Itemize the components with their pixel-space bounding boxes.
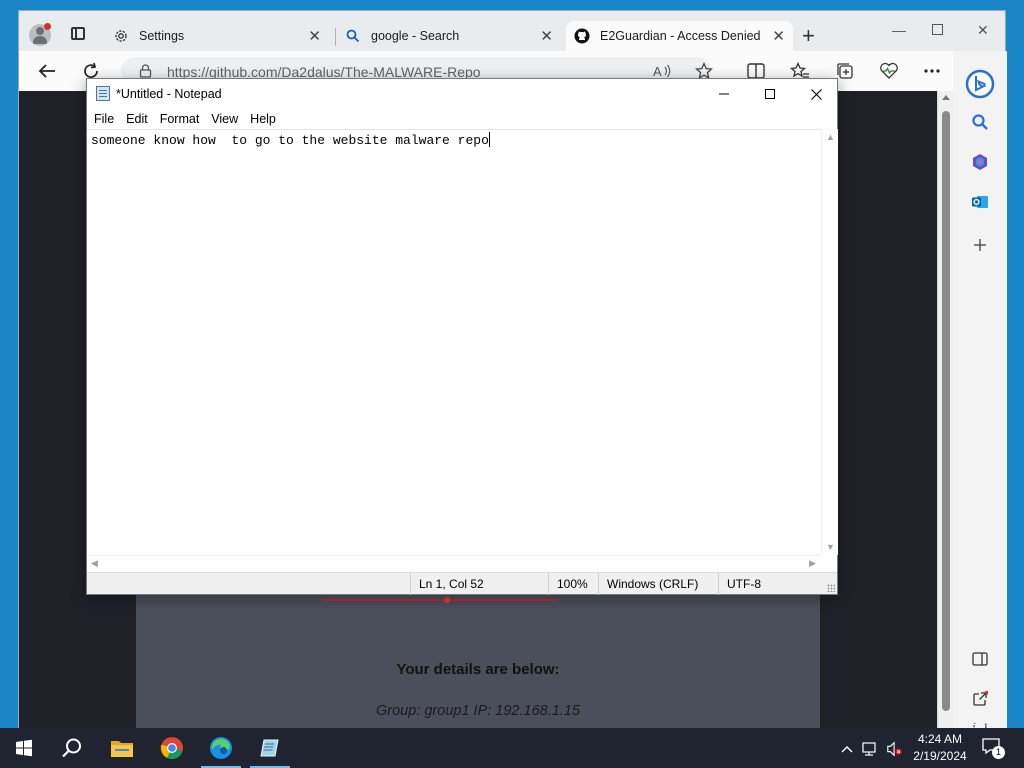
- menu-file[interactable]: File: [94, 109, 114, 129]
- divider: [322, 599, 558, 601]
- notepad-horizontal-scrollbar[interactable]: ◀ ▶: [87, 555, 821, 572]
- minimize-icon[interactable]: —: [892, 22, 906, 38]
- notepad-window: *Untitled - Notepad File Edit Format Vie…: [86, 78, 838, 595]
- system-clock[interactable]: 4:24 AM 2/19/2024: [906, 731, 974, 765]
- minimize-button[interactable]: [701, 79, 747, 109]
- tab-label: E2Guardian - Access Denied: [600, 29, 761, 43]
- menu-view[interactable]: View: [211, 109, 238, 129]
- network-icon[interactable]: [862, 740, 880, 758]
- volume-muted-icon[interactable]: [886, 740, 904, 758]
- scroll-up-arrow-icon[interactable]: ▲: [826, 132, 835, 142]
- outlook-icon[interactable]: [970, 192, 990, 212]
- tab-label: Settings: [139, 29, 185, 43]
- github-icon: [574, 28, 590, 44]
- close-tab-icon[interactable]: ✕: [540, 27, 553, 45]
- edge-icon[interactable]: [197, 728, 245, 768]
- scroll-down-arrow-icon[interactable]: ▼: [826, 542, 835, 552]
- file-explorer-icon[interactable]: [98, 728, 146, 768]
- close-tab-icon[interactable]: ✕: [772, 27, 785, 45]
- menu-help[interactable]: Help: [250, 109, 276, 129]
- scroll-up-arrow-icon[interactable]: [942, 95, 950, 100]
- bing-copilot-icon[interactable]: [965, 69, 995, 99]
- gear-icon: [113, 28, 129, 44]
- user-details: Group: group1 IP: 192.168.1.15: [376, 703, 580, 719]
- edge-sidebar: [953, 51, 1007, 729]
- chevron-up-icon[interactable]: [838, 740, 856, 758]
- back-arrow-icon[interactable]: [35, 59, 59, 83]
- notepad-app-icon[interactable]: [96, 86, 110, 101]
- open-external-icon[interactable]: [970, 689, 990, 709]
- scrollbar-thumb[interactable]: [942, 111, 950, 711]
- clock-time: 4:24 AM: [917, 732, 963, 746]
- tab-label: google - Search: [371, 29, 460, 43]
- close-button[interactable]: [793, 79, 839, 109]
- new-tab-plus-icon[interactable]: +: [802, 23, 815, 49]
- search-icon[interactable]: [970, 112, 990, 132]
- add-plus-icon[interactable]: [970, 235, 990, 255]
- resize-grip-icon[interactable]: [827, 584, 835, 592]
- notepad-text-area[interactable]: someone know how to go to the website ma…: [87, 129, 821, 555]
- chrome-icon[interactable]: [148, 728, 196, 768]
- browser-essentials-icon[interactable]: [879, 61, 899, 81]
- profile-avatar-icon[interactable]: [29, 23, 51, 46]
- notepad-title-bar[interactable]: *Untitled - Notepad: [87, 79, 837, 109]
- hide-sidebar-icon[interactable]: [970, 649, 990, 669]
- svg-text:A: A: [653, 64, 662, 79]
- search-icon[interactable]: [48, 728, 96, 768]
- notepad-title: *Untitled - Notepad: [116, 87, 222, 101]
- details-heading: Your details are below:: [396, 661, 560, 678]
- windows-taskbar: 4:24 AM 2/19/2024 1: [0, 728, 1024, 768]
- notepad-taskbar-icon[interactable]: [246, 728, 294, 768]
- page-scrollbar[interactable]: [937, 91, 953, 729]
- maximize-icon[interactable]: [932, 24, 943, 35]
- zoom-level: 100%: [548, 573, 598, 595]
- collections-icon[interactable]: [835, 61, 855, 81]
- menu-edit[interactable]: Edit: [126, 109, 148, 129]
- scroll-right-arrow-icon[interactable]: ▶: [809, 558, 816, 569]
- clock-date: 2/19/2024: [913, 749, 967, 763]
- notification-center-icon[interactable]: 1: [982, 738, 1005, 759]
- microsoft-365-icon[interactable]: [970, 152, 990, 172]
- maximize-button[interactable]: [747, 79, 793, 109]
- notepad-status-bar: Ln 1, Col 52 100% Windows (CRLF) UTF-8: [87, 572, 837, 595]
- notification-badge: 1: [992, 746, 1005, 759]
- notification-dot: [44, 23, 51, 30]
- cursor-position: Ln 1, Col 52: [410, 573, 548, 595]
- notepad-content: someone know how to go to the website ma…: [91, 133, 489, 148]
- text-caret: [488, 132, 490, 147]
- tab-strip: Settings ✕ google - Search ✕ E2Guardian …: [19, 11, 1005, 51]
- more-options-icon[interactable]: [922, 61, 942, 81]
- close-icon[interactable]: ✕: [977, 22, 989, 39]
- close-tab-icon[interactable]: ✕: [308, 27, 321, 45]
- search-icon: [345, 28, 361, 44]
- line-endings: Windows (CRLF): [598, 573, 718, 595]
- notepad-vertical-scrollbar[interactable]: ▲ ▼: [821, 129, 838, 555]
- tab-actions-icon[interactable]: [71, 27, 85, 40]
- encoding: UTF-8: [718, 573, 836, 595]
- notepad-menu-bar: File Edit Format View Help: [87, 109, 837, 129]
- tab-divider: [335, 28, 336, 46]
- tab-e2guardian[interactable]: E2Guardian - Access Denied ✕: [566, 21, 793, 51]
- start-windows-icon[interactable]: [0, 728, 48, 768]
- tab-google-search[interactable]: google - Search ✕: [337, 21, 561, 51]
- tab-settings[interactable]: Settings ✕: [105, 21, 329, 51]
- scroll-left-arrow-icon[interactable]: ◀: [91, 558, 98, 569]
- divider-dot: [444, 597, 450, 603]
- menu-format[interactable]: Format: [160, 109, 200, 129]
